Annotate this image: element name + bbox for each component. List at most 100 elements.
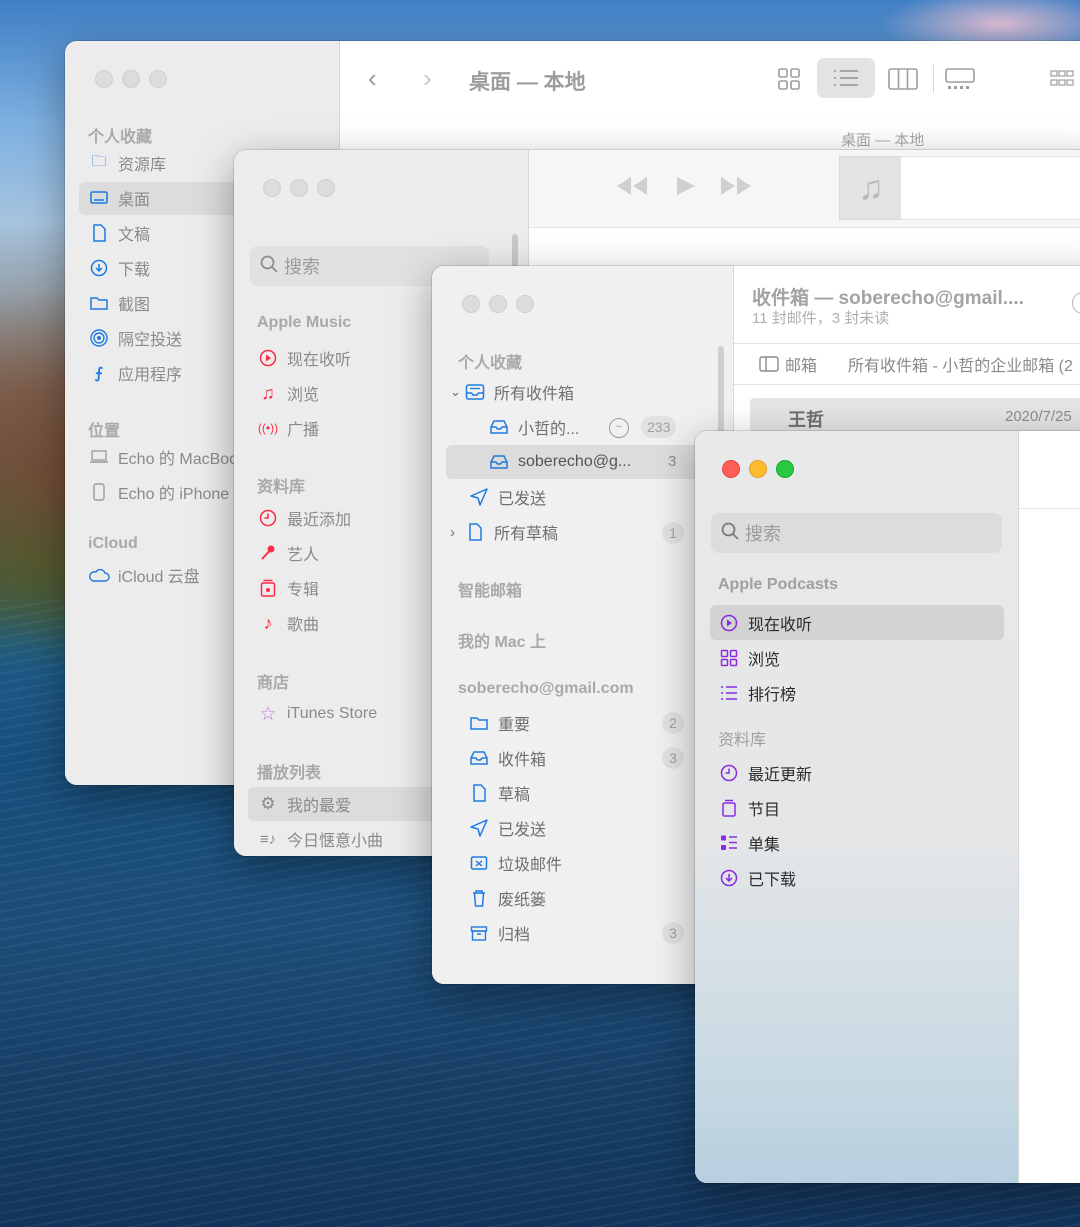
close-button[interactable]	[462, 295, 480, 313]
sidebar-item-macbook[interactable]: Echo 的 MacBoo	[88, 442, 238, 472]
unread-count: 3	[668, 453, 677, 470]
minimize-button[interactable]	[122, 70, 140, 88]
sidebar-item-albums[interactable]: 专辑	[257, 573, 319, 603]
sidebar-item-screenshots[interactable]: 截图	[88, 288, 150, 318]
sidebar-item-all-drafts[interactable]: › 所有草稿	[450, 517, 558, 547]
sidebar-item-listen-now[interactable]: 现在收听	[718, 608, 812, 638]
zoom-button[interactable]	[317, 179, 335, 197]
important-badge: 2	[662, 712, 684, 734]
album-icon	[257, 579, 279, 597]
sidebar-item-soberecho[interactable]: soberecho@g...	[488, 447, 631, 477]
sidebar-item-sent-account[interactable]: 已发送	[468, 813, 546, 843]
list-view-button[interactable]	[817, 58, 875, 98]
sidebar-item-downloads[interactable]: 下载	[88, 253, 150, 283]
sidebar-item-songs[interactable]: ♪ 歌曲	[257, 608, 320, 638]
music-note-icon: ♪	[263, 612, 273, 633]
shows-icon	[718, 799, 740, 817]
minimize-button[interactable]	[290, 179, 308, 197]
send-icon	[468, 819, 490, 837]
message-date: 2020/7/25	[1005, 408, 1072, 425]
sidebar-item-icloud-drive[interactable]: iCloud 云盘	[88, 560, 200, 590]
column-view-button[interactable]	[888, 67, 918, 96]
music-note-icon: ♫	[858, 168, 884, 207]
document-icon	[468, 784, 490, 802]
music-traffic-lights[interactable]	[263, 179, 335, 197]
sidebar-item-drafts[interactable]: 草稿	[468, 778, 530, 808]
zoom-button[interactable]	[149, 70, 167, 88]
sidebar-item-chill-mix[interactable]: ≡♪ 今日惬意小曲	[257, 824, 383, 854]
sidebar-item-recently-added[interactable]: 最近添加	[257, 503, 351, 533]
sidebar-item-airdrop[interactable]: 隔空投送	[88, 323, 182, 353]
sidebar-item-browse[interactable]: 浏览	[718, 643, 780, 673]
podcasts-traffic-lights[interactable]	[722, 460, 794, 478]
filter-button[interactable]	[1072, 292, 1080, 314]
star-icon: ☆	[259, 703, 277, 725]
back-button[interactable]: ‹	[368, 63, 377, 94]
episodes-icon	[718, 834, 740, 852]
close-button[interactable]	[722, 460, 740, 478]
sidebar-item-important[interactable]: 重要	[468, 708, 530, 738]
mailboxes-toggle[interactable]: 邮箱	[759, 352, 817, 376]
rewind-button[interactable]	[614, 174, 650, 203]
account-header: soberecho@gmail.com	[458, 680, 634, 697]
play-button[interactable]	[674, 174, 698, 203]
sidebar-item-recently-updated[interactable]: 最近更新	[718, 758, 812, 788]
sidebar-item-junk[interactable]: 垃圾邮件	[468, 848, 562, 878]
minimize-button[interactable]	[749, 460, 767, 478]
icon-view-button[interactable]	[777, 67, 801, 91]
download-icon	[88, 259, 110, 277]
minimize-button[interactable]	[489, 295, 507, 313]
sidebar-item-episodes[interactable]: 单集	[718, 828, 780, 858]
on-my-mac-header: 我的 Mac 上	[458, 634, 547, 651]
sidebar-item-radio[interactable]: ((•)) 广播	[257, 413, 319, 443]
now-playing-artwork: ♫	[839, 156, 903, 220]
sidebar-item-browse[interactable]: ♫ 浏览	[257, 378, 319, 408]
sidebar-item-sent[interactable]: 已发送	[468, 482, 546, 512]
sidebar-item-listen-now[interactable]: 现在收听	[257, 343, 351, 373]
sidebar-item-favorites[interactable]: ⚙ 我的最爱	[257, 789, 351, 819]
message-sender: 王哲	[788, 410, 824, 430]
sidebar-item-trash[interactable]: 废纸篓	[468, 883, 546, 913]
gallery-view-button[interactable]	[945, 67, 975, 96]
airdrop-icon	[88, 329, 110, 347]
close-button[interactable]	[95, 70, 113, 88]
mail-traffic-lights[interactable]	[462, 295, 534, 313]
mail-breadcrumb[interactable]: 所有收件箱 - 小哲的企业邮箱 (2	[848, 352, 1073, 376]
unread-badge: 233	[641, 416, 677, 438]
forward-button[interactable]: ›	[423, 63, 432, 94]
sidebar-item-library[interactable]: 🗀 资源库	[88, 148, 166, 178]
play-circle-icon	[257, 349, 279, 367]
sidebar-item-inbox[interactable]: 收件箱	[468, 743, 546, 773]
sidebar-item-downloaded[interactable]: 已下载	[718, 863, 796, 893]
close-button[interactable]	[263, 179, 281, 197]
folder-icon	[88, 295, 110, 311]
sidebar-item-archive[interactable]: 归档	[468, 918, 530, 948]
podcasts-search-input[interactable]: 搜索	[711, 513, 1002, 553]
podcasts-toolbar-line	[1019, 508, 1080, 509]
zoom-button[interactable]	[516, 295, 534, 313]
sidebar-item-applications[interactable]: ⨍ 应用程序	[88, 358, 182, 388]
music-note-icon: ♫	[261, 382, 275, 403]
inbox-icon	[488, 454, 510, 470]
now-playing-display	[901, 156, 1080, 220]
finder-traffic-lights[interactable]	[95, 70, 167, 88]
mailbox-subtitle: 11 封邮件，3 封未读	[752, 310, 890, 327]
sidebar-item-top-charts[interactable]: 排行榜	[718, 678, 796, 708]
sidebar-item-desktop[interactable]: 桌面	[88, 183, 150, 213]
sidebar-item-shows[interactable]: 节目	[718, 793, 780, 823]
sidebar-item-artists[interactable]: 艺人	[257, 538, 319, 568]
sidebar-item-xiaozhe[interactable]: 小哲的...	[488, 412, 579, 442]
message-row[interactable]: 王哲 2020/7/25	[750, 398, 1080, 432]
forward-button[interactable]	[718, 174, 754, 203]
sidebar-item-documents[interactable]: 文稿	[88, 218, 150, 248]
zoom-button[interactable]	[776, 460, 794, 478]
grid-icon	[718, 649, 740, 667]
play-icon	[677, 177, 695, 195]
group-button[interactable]	[1050, 69, 1074, 94]
sidebar-item-all-inboxes[interactable]: ⌄ 所有收件箱	[450, 377, 574, 407]
store-header: 商店	[257, 675, 290, 692]
sidebar-item-iphone[interactable]: Echo 的 iPhone	[88, 477, 229, 507]
sidebar-item-itunes-store[interactable]: ☆ iTunes Store	[257, 699, 377, 729]
sidebar-icon	[759, 356, 779, 372]
icloud-header: iCloud	[88, 535, 138, 552]
